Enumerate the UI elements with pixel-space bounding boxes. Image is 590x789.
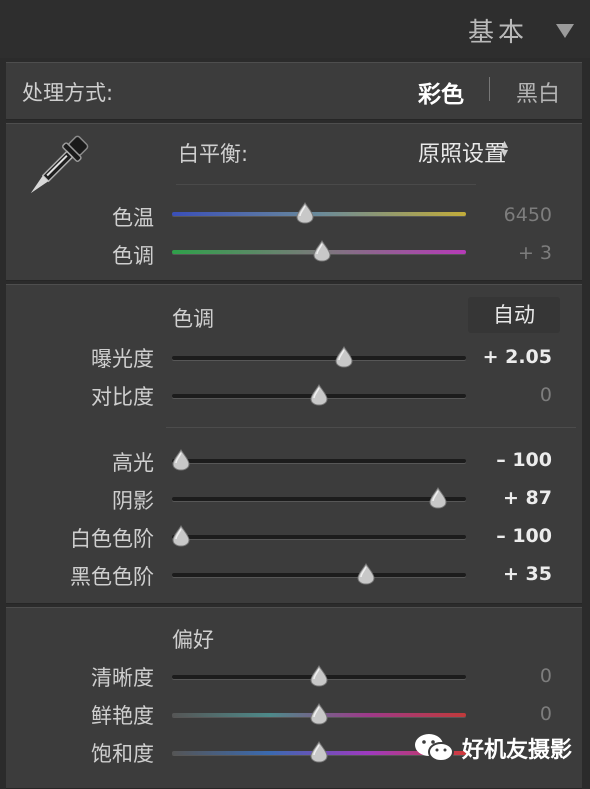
white-balance-section: 白平衡: 原照设置 ▴ ▾ 色温 6450 色调 + 3: [6, 123, 582, 281]
whites-label: 白色色阶: [70, 527, 154, 551]
slider-thumb[interactable]: [335, 346, 353, 368]
tint-label: 色调: [112, 244, 154, 268]
treatment-bw-option[interactable]: 黑白: [516, 76, 560, 108]
highlights-label: 高光: [112, 451, 154, 475]
whites-slider[interactable]: [172, 525, 466, 549]
treatment-label: 处理方式:: [22, 81, 114, 105]
whites-value[interactable]: – 100: [496, 525, 552, 547]
slider-thumb[interactable]: [310, 703, 328, 725]
blacks-track: [172, 573, 466, 577]
shadows-label: 阴影: [112, 489, 154, 513]
collapse-triangle-icon[interactable]: [556, 24, 574, 38]
clarity-label: 清晰度: [91, 666, 154, 690]
exposure-slider[interactable]: [172, 346, 466, 370]
tint-value[interactable]: + 3: [518, 242, 552, 264]
clarity-value[interactable]: 0: [540, 665, 552, 687]
contrast-value[interactable]: 0: [540, 384, 552, 406]
blacks-slider[interactable]: [172, 563, 466, 587]
slider-thumb[interactable]: [310, 384, 328, 406]
whites-track: [172, 535, 466, 539]
white-balance-label: 白平衡:: [178, 142, 249, 166]
presence-section: 偏好 清晰度 0 鲜艳度 0 饱和度 好机友摄影: [6, 607, 582, 789]
blacks-value[interactable]: + 35: [503, 563, 552, 585]
slider-thumb[interactable]: [296, 202, 314, 224]
temp-label: 色温: [112, 206, 154, 230]
watermark: 好机友摄影: [412, 728, 572, 768]
highlights-value[interactable]: – 100: [496, 449, 552, 471]
white-balance-preset-select[interactable]: 原照设置: [418, 136, 506, 168]
exposure-track: [172, 356, 466, 360]
vibrance-slider[interactable]: [172, 703, 466, 727]
contrast-label: 对比度: [91, 385, 154, 409]
slider-thumb[interactable]: [429, 487, 447, 509]
temp-slider[interactable]: [172, 202, 466, 226]
presence-title: 偏好: [172, 628, 214, 652]
exposure-label: 曝光度: [91, 347, 154, 371]
shadows-slider[interactable]: [172, 487, 466, 511]
contrast-slider[interactable]: [172, 384, 466, 408]
temp-value[interactable]: 6450: [504, 204, 552, 226]
vibrance-label: 鲜艳度: [91, 704, 154, 728]
panel-title: 基本: [467, 18, 528, 48]
tone-section: 色调 自动 曝光度 + 2.05 对比度 0 高光 – 100 阴影 + 87 …: [6, 284, 582, 604]
slider-thumb[interactable]: [357, 563, 375, 585]
slider-thumb[interactable]: [172, 525, 190, 547]
blacks-label: 黑色色阶: [70, 565, 154, 589]
eyedropper-icon[interactable]: [22, 132, 92, 202]
tint-slider[interactable]: [172, 240, 466, 264]
exposure-value[interactable]: + 2.05: [483, 346, 552, 368]
auto-tone-button[interactable]: 自动: [468, 297, 560, 333]
treatment-divider: [489, 77, 490, 101]
slider-thumb[interactable]: [310, 741, 328, 763]
highlights-slider[interactable]: [172, 449, 466, 473]
saturation-label: 饱和度: [91, 742, 154, 766]
treatment-section: 处理方式: 彩色 黑白: [6, 62, 582, 120]
treatment-color-option[interactable]: 彩色: [418, 75, 464, 109]
clarity-slider[interactable]: [172, 665, 466, 689]
watermark-text: 好机友摄影: [461, 738, 572, 763]
divider: [166, 427, 576, 428]
divider: [176, 184, 476, 185]
updown-arrows-icon[interactable]: ▴ ▾: [501, 137, 508, 160]
highlights-track: [172, 459, 466, 463]
wechat-icon: [414, 734, 454, 762]
temp-track: [172, 212, 466, 216]
tone-title: 色调: [172, 307, 214, 331]
shadows-value[interactable]: + 87: [503, 487, 552, 509]
vibrance-value[interactable]: 0: [540, 703, 552, 725]
slider-thumb[interactable]: [310, 665, 328, 687]
slider-thumb[interactable]: [172, 449, 190, 471]
panel-header[interactable]: 基本: [0, 0, 590, 58]
shadows-track: [172, 497, 466, 501]
slider-thumb[interactable]: [313, 240, 331, 262]
